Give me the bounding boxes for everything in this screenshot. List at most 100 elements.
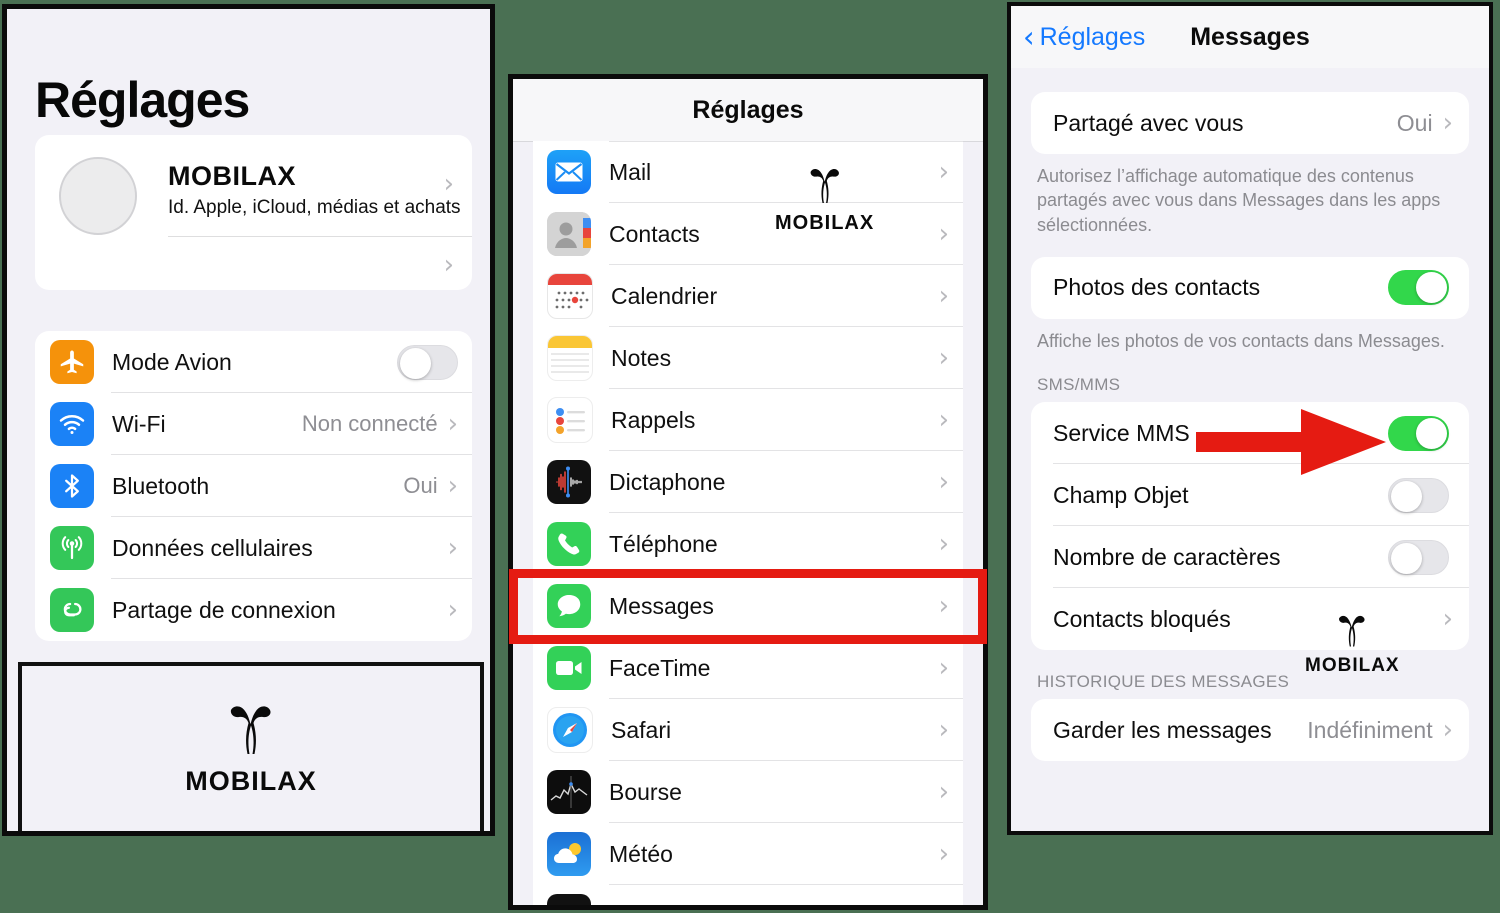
row-label: Garder les messages [1053, 716, 1272, 743]
row-partage-avec-vous[interactable]: Partagé avec vous Oui › [1031, 92, 1469, 154]
account-name: MOBILAX [168, 161, 296, 191]
row-label: Champ Objet [1053, 481, 1189, 508]
cellular-icon [50, 526, 94, 570]
settings-row-voice-memos[interactable]: Dictaphone › [533, 451, 963, 513]
connectivity-list: Mode Avion Wi-Fi Non connecté › Bluetoot… [35, 331, 472, 641]
apple-account-card[interactable]: MOBILAX Id. Apple, iCloud, médias et ach… [35, 135, 472, 290]
calendar-icon [547, 273, 593, 319]
subject-field-toggle[interactable] [1388, 477, 1449, 513]
row-photos-des-contacts[interactable]: Photos des contacts [1031, 257, 1469, 319]
chevron-left-icon: ‹ [1023, 20, 1035, 54]
section-header-sms-mms: SMS/MMS [1037, 375, 1121, 395]
chevron-right-icon: › [447, 595, 458, 625]
settings-row-phone[interactable]: Téléphone › [533, 513, 963, 575]
settings-row-facetime[interactable]: FaceTime › [533, 637, 963, 699]
phone-icon [547, 522, 591, 566]
row-contacts-bloques[interactable]: Contacts bloqués › [1031, 588, 1469, 650]
airplane-mode-toggle[interactable] [397, 344, 458, 380]
page-title: Réglages [35, 72, 250, 128]
settings-row-weather[interactable]: Météo › [533, 823, 963, 885]
facetime-icon [547, 646, 591, 690]
settings-row-stocks[interactable]: Bourse › [533, 761, 963, 823]
footnote-contact-photos: Affiche les photos de vos contacts dans … [1037, 330, 1445, 351]
chevron-right-icon: › [938, 529, 949, 559]
settings-row-label: Mode Avion [112, 348, 232, 375]
settings-row-wifi[interactable]: Wi-Fi Non connecté › [35, 393, 472, 455]
chevron-right-icon: › [443, 250, 454, 280]
account-subtitle: Id. Apple, iCloud, médias et achats [168, 197, 461, 218]
settings-row-value: Non connecté [301, 411, 438, 436]
mobilax-logo: MOBILAX [1305, 612, 1400, 677]
shared-with-you-card: Partagé avec vous Oui › [1031, 92, 1469, 154]
back-button-label: Réglages [1039, 22, 1146, 51]
brand-watermark-box: MOBILAX [18, 662, 484, 831]
phone-panel-messages-settings: Messages ‹ Réglages Partagé avec vous Ou… [1007, 2, 1493, 835]
screenshot-stage: Réglages MOBILAX Id. Apple, iCloud, médi… [0, 0, 1500, 913]
row-garder-les-messages[interactable]: Garder les messages Indéfiniment › [1031, 699, 1469, 761]
mobilax-wordmark: MOBILAX [185, 766, 317, 796]
settings-row-messages[interactable]: Messages › [533, 575, 963, 637]
settings-row-label: Mail [609, 158, 652, 185]
settings-row-label: Rappels [611, 406, 696, 433]
mobilax-mark-icon [1339, 615, 1365, 647]
contact-photos-card: Photos des contacts [1031, 256, 1469, 319]
settings-row-label: Bourse [609, 778, 682, 805]
stocks-icon [547, 770, 591, 814]
mobilax-mark-icon [810, 168, 839, 203]
row-nombre-de-caracteres[interactable]: Nombre de caractères [1031, 526, 1469, 589]
settings-row-reminders[interactable]: Rappels › [533, 389, 963, 451]
hotspot-icon [50, 588, 94, 632]
mobilax-mark-icon [230, 706, 271, 754]
settings-row-value: Oui [403, 473, 438, 498]
bluetooth-icon [50, 464, 94, 508]
mobilax-wordmark: MOBILAX [1305, 655, 1400, 676]
nav-title: Réglages [692, 95, 804, 124]
chevron-right-icon: › [447, 409, 458, 439]
row-label: Service MMS [1053, 419, 1190, 446]
settings-row-mail[interactable]: Mail › [533, 141, 963, 203]
row-label: Nombre de caractères [1053, 543, 1281, 570]
row-value: Oui [1396, 109, 1433, 136]
row-value: Indéfiniment [1307, 716, 1433, 743]
back-button[interactable]: ‹ Réglages [1023, 6, 1145, 68]
toggle-knob [1416, 417, 1447, 449]
mms-service-toggle[interactable] [1388, 415, 1449, 451]
settings-row-contacts[interactable]: Contacts › [533, 203, 963, 265]
chevron-right-icon: › [938, 591, 949, 621]
settings-row-safari[interactable]: Safari › [533, 699, 963, 761]
safari-icon [547, 707, 593, 753]
settings-row-label: Messages [609, 592, 714, 619]
chevron-right-icon: › [447, 533, 458, 563]
message-history-card: Garder les messages Indéfiniment › [1031, 699, 1469, 762]
character-count-toggle[interactable] [1388, 539, 1449, 575]
settings-row-calendar[interactable]: Calendrier › [533, 265, 963, 327]
chevron-right-icon: › [443, 169, 454, 199]
row-label: Photos des contacts [1053, 274, 1261, 301]
settings-row-bluetooth[interactable]: Bluetooth Oui › [35, 455, 472, 517]
settings-row-hotspot[interactable]: Partage de connexion › [35, 579, 472, 641]
voice-memos-icon [547, 460, 591, 504]
row-champ-objet[interactable]: Champ Objet [1031, 464, 1469, 527]
mobilax-wordmark: MOBILAX [775, 212, 875, 234]
nav-bar: Messages ‹ Réglages [1011, 6, 1489, 69]
wifi-icon [50, 402, 94, 446]
messages-settings-body: Partagé avec vous Oui › Autorisez l’affi… [1011, 68, 1489, 831]
contacts-icon [547, 212, 591, 256]
chevron-right-icon: › [938, 839, 949, 869]
settings-row-label: Safari [611, 716, 672, 743]
settings-row-label: Partage de connexion [112, 596, 336, 623]
chevron-right-icon: › [938, 653, 949, 683]
app-icon [547, 894, 591, 905]
chevron-right-icon: › [938, 715, 949, 745]
avatar [59, 157, 137, 235]
settings-row-cellular[interactable]: Données cellulaires › [35, 517, 472, 579]
row-service-mms[interactable]: Service MMS [1031, 402, 1469, 465]
settings-row-notes[interactable]: Notes › [533, 327, 963, 389]
settings-row-partial[interactable] [533, 885, 963, 905]
divider [168, 236, 472, 237]
apps-settings-list: Mail › Contacts › Calendrier › Notes › R… [533, 141, 963, 905]
contact-photos-toggle[interactable] [1388, 270, 1449, 306]
settings-row-mode-avion[interactable]: Mode Avion [35, 331, 472, 393]
divider [609, 141, 963, 142]
